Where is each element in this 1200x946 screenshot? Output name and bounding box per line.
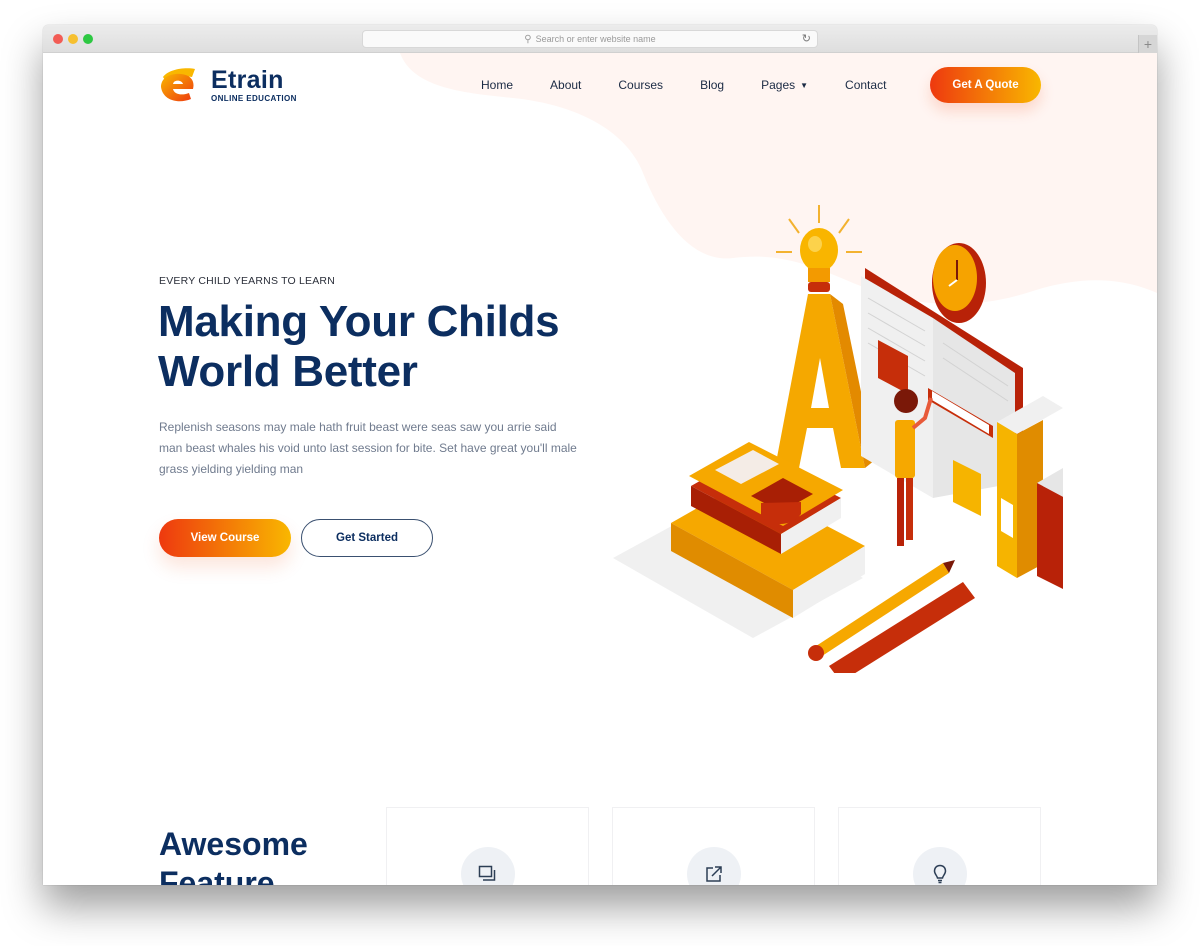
address-bar[interactable]: ⚲ Search or enter website name ↻	[362, 30, 818, 48]
brand-name: Etrain	[211, 66, 284, 94]
new-tab-button[interactable]: +	[1138, 35, 1157, 53]
maximize-window-button[interactable]	[83, 34, 93, 44]
person-figure	[894, 389, 918, 413]
nav-about[interactable]: About	[550, 78, 581, 92]
caret-down-icon: ▼	[800, 80, 809, 90]
features-title: Awesome Feature	[159, 825, 308, 885]
hero-title-line1: Making Your Childs	[158, 297, 560, 346]
hero-title: Making Your Childs World Better	[158, 297, 560, 397]
nav-contact[interactable]: Contact	[845, 78, 886, 92]
get-a-quote-button[interactable]: Get A Quote	[930, 67, 1041, 103]
lightbulb-icon	[933, 864, 947, 884]
nav-home[interactable]: Home	[481, 78, 513, 92]
hero-illustration	[613, 205, 1063, 673]
feature-card	[386, 807, 589, 885]
close-window-button[interactable]	[53, 34, 63, 44]
view-course-button[interactable]: View Course	[159, 519, 291, 557]
get-started-button[interactable]: Get Started	[301, 519, 433, 557]
features-title-line2: Feature	[159, 865, 275, 885]
browser-titlebar: ⚲ Search or enter website name ↻ +	[43, 25, 1157, 53]
search-icon: ⚲	[524, 33, 532, 45]
address-bar-placeholder: Search or enter website name	[535, 34, 656, 44]
nav-pages-label: Pages	[761, 78, 796, 92]
feature-icon-circle	[913, 847, 967, 885]
copy-icon	[478, 865, 496, 881]
hero-description: Replenish seasons may male hath fruit be…	[159, 420, 577, 476]
feature-icon-circle	[461, 847, 515, 885]
nav-courses[interactable]: Courses	[618, 78, 663, 92]
webpage: Etrain ONLINE EDUCATION Home About Cours…	[43, 53, 1157, 885]
main-nav: Home About Courses Blog Pages ▼ Contact	[481, 78, 923, 92]
logo-mark-icon	[161, 68, 195, 102]
browser-window: ⚲ Search or enter website name ↻ + Etrai…	[43, 25, 1157, 885]
hero-title-line2: World Better	[158, 347, 418, 396]
nav-pages-dropdown[interactable]: Pages ▼	[761, 78, 808, 92]
reload-icon[interactable]: ↻	[802, 32, 811, 45]
hero-eyebrow: EVERY CHILD YEARNS TO LEARN	[159, 275, 335, 287]
brand-tagline: ONLINE EDUCATION	[211, 94, 297, 103]
feature-icon-circle	[687, 847, 741, 885]
feature-card	[612, 807, 815, 885]
features-title-line1: Awesome	[159, 826, 308, 862]
feature-card	[838, 807, 1041, 885]
nav-blog[interactable]: Blog	[700, 78, 724, 92]
brand-logo[interactable]: Etrain ONLINE EDUCATION	[159, 67, 297, 103]
external-link-icon	[706, 866, 722, 882]
minimize-window-button[interactable]	[68, 34, 78, 44]
